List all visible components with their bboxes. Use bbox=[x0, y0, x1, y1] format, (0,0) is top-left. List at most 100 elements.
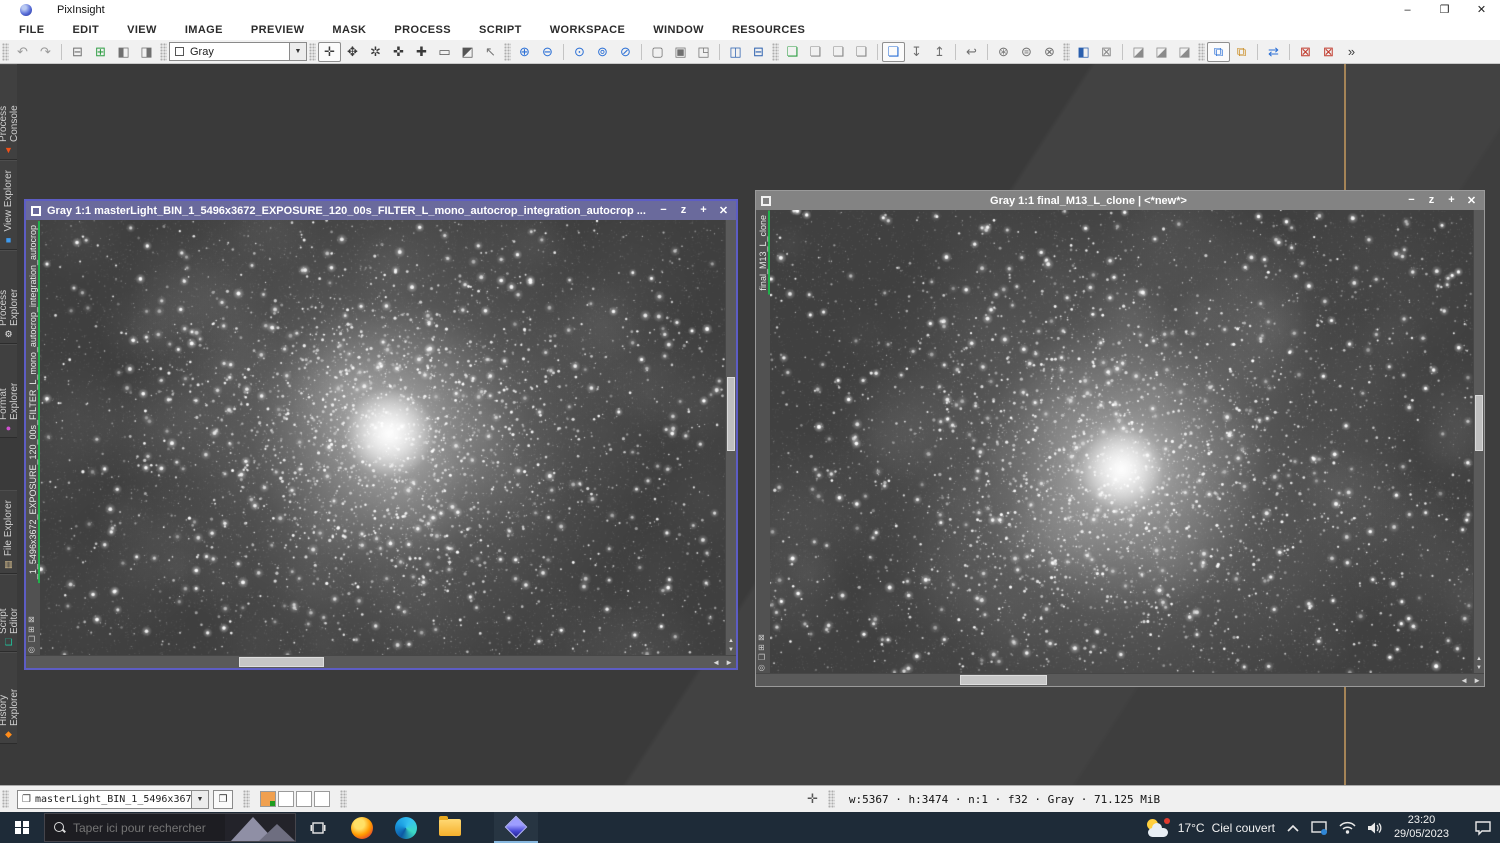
task-view-button[interactable] bbox=[296, 812, 340, 843]
track-view-tool-icon[interactable]: ✛ bbox=[318, 42, 341, 62]
dock-tab-script-editor[interactable]: Script Editor ❏ bbox=[0, 574, 17, 652]
scroll-left-icon[interactable]: ◄ bbox=[712, 658, 720, 667]
taskbar-clock[interactable]: 23:20 29/05/2023 bbox=[1394, 814, 1449, 842]
scroll-up-icon[interactable]: ▲ bbox=[726, 638, 736, 644]
dock-tab-process-explorer[interactable]: Process Explorer ⚙ bbox=[0, 250, 17, 344]
pan-tool-icon[interactable]: ✜ bbox=[387, 42, 410, 62]
view-selector-strip[interactable]: final_M13_L_clone ⊠⊞❐◎ bbox=[756, 210, 770, 673]
duplicate-image-icon[interactable]: ◨ bbox=[135, 42, 158, 62]
night-vision-icon[interactable]: ⧉ bbox=[1230, 42, 1253, 62]
expand-tool-icon[interactable]: ✥ bbox=[341, 42, 364, 62]
channel-selector[interactable]: Gray ▼ bbox=[169, 42, 307, 61]
dock-tab-format-explorer[interactable]: Format Explorer ● bbox=[0, 344, 17, 438]
close-all-screens-icon[interactable]: ⊠ bbox=[1317, 42, 1340, 62]
scroll-down-icon[interactable]: ▼ bbox=[1474, 665, 1484, 671]
strip-mode-icon[interactable]: ⊞ bbox=[758, 644, 765, 652]
win-maximize-button[interactable]: + bbox=[1446, 194, 1457, 207]
menu-process[interactable]: PROCESS bbox=[380, 24, 465, 36]
find-image-icon[interactable]: ❏ bbox=[882, 42, 905, 62]
win-iconize-button[interactable]: − bbox=[658, 204, 669, 217]
scroll-right-icon[interactable]: ► bbox=[1473, 676, 1481, 685]
horizontal-scroll-thumb[interactable] bbox=[960, 675, 1047, 685]
new-preview-icon[interactable]: ▢ bbox=[646, 42, 669, 62]
readout-swatch[interactable] bbox=[314, 791, 330, 807]
win-fit-button[interactable]: z bbox=[678, 204, 689, 217]
statusbar-grip[interactable] bbox=[340, 790, 347, 808]
zoom-to-optimal-icon[interactable]: ⊘ bbox=[614, 42, 637, 62]
start-button[interactable] bbox=[0, 812, 44, 843]
menu-edit[interactable]: EDIT bbox=[58, 24, 113, 36]
menu-file[interactable]: FILE bbox=[5, 24, 58, 36]
m13-image-canvas-right[interactable] bbox=[770, 210, 1473, 673]
horizontal-scroll-thumb[interactable] bbox=[239, 657, 324, 667]
image-window-titlebar[interactable]: Gray 1:1 masterLight_BIN_1_5496x3672_EXP… bbox=[26, 201, 736, 220]
close-screen-icon[interactable]: ⊠ bbox=[1294, 42, 1317, 62]
vertical-scrollbar[interactable]: ▲ ▼ bbox=[1473, 210, 1484, 673]
app-close-button[interactable]: ✕ bbox=[1463, 0, 1500, 19]
toolbar-overflow-icon[interactable]: » bbox=[1340, 42, 1363, 62]
menu-resources[interactable]: RESOURCES bbox=[718, 24, 819, 36]
delete-preview-icon[interactable]: ◳ bbox=[692, 42, 715, 62]
scroll-down-icon[interactable]: ▼ bbox=[726, 647, 736, 653]
import-image-icon[interactable]: ↧ bbox=[905, 42, 928, 62]
weather-widget[interactable]: 17°C Ciel couvert bbox=[1145, 818, 1275, 838]
link-image-icon[interactable]: ❏ bbox=[827, 42, 850, 62]
search-input[interactable] bbox=[73, 821, 213, 835]
clone-image-icon[interactable]: ◧ bbox=[112, 42, 135, 62]
scroll-right-icon[interactable]: ► bbox=[725, 658, 733, 667]
m13-image-canvas-left[interactable] bbox=[40, 220, 725, 655]
statusbar-grip[interactable] bbox=[2, 790, 9, 808]
select-tool-icon[interactable]: ↖ bbox=[479, 42, 502, 62]
image-settings-icon[interactable]: ⊛ bbox=[992, 42, 1015, 62]
win-close-button[interactable]: ✕ bbox=[718, 204, 729, 217]
zoom-to-fit-icon[interactable]: ⊚ bbox=[591, 42, 614, 62]
cast-icon[interactable] bbox=[1311, 821, 1328, 835]
win-iconize-button[interactable]: − bbox=[1406, 194, 1417, 207]
modify-preview-icon[interactable]: ▣ bbox=[669, 42, 692, 62]
strip-mode-icon[interactable]: ◎ bbox=[758, 664, 765, 672]
view-selector-combo[interactable]: ❐ masterLight_BIN_1_5496x3672_EXP ▼ bbox=[17, 790, 209, 809]
dock-tab-file-explorer[interactable]: File Explorer ▥ bbox=[0, 490, 17, 574]
close-image-icon[interactable]: ⊗ bbox=[1038, 42, 1061, 62]
edge-taskbar-button[interactable] bbox=[384, 812, 428, 843]
strip-mode-icon[interactable]: ⊠ bbox=[28, 616, 35, 624]
unlink-image-icon[interactable]: ❏ bbox=[850, 42, 873, 62]
image-history-icon[interactable]: ⊜ bbox=[1015, 42, 1038, 62]
dock-tab-process-console[interactable]: Process Console ▼ bbox=[0, 64, 17, 160]
horizontal-scrollbar[interactable]: ◄ ► bbox=[756, 673, 1484, 686]
view-selector-dropdown-icon[interactable]: ▼ bbox=[191, 791, 208, 808]
wifi-icon[interactable] bbox=[1339, 821, 1356, 834]
image-window-titlebar[interactable]: Gray 1:1 final_M13_L_clone | <*new*> −z+… bbox=[756, 191, 1484, 210]
undo-icon[interactable]: ↶ bbox=[11, 42, 34, 62]
strip-mode-icon[interactable]: ❐ bbox=[28, 636, 35, 644]
vertical-scroll-thumb[interactable] bbox=[727, 377, 735, 451]
menu-preview[interactable]: PREVIEW bbox=[237, 24, 319, 36]
split-view-icon[interactable]: ◫ bbox=[724, 42, 747, 62]
app-minimize-button[interactable]: – bbox=[1389, 0, 1426, 19]
menu-script[interactable]: SCRIPT bbox=[465, 24, 536, 36]
dock-panel-icon[interactable]: ◧ bbox=[1072, 42, 1095, 62]
statusbar-grip[interactable] bbox=[828, 790, 835, 808]
file-explorer-taskbar-button[interactable] bbox=[428, 812, 472, 843]
view-selector-strip[interactable]: _1_5496x3672_EXPOSURE_120_00s_FILTER_L_m… bbox=[26, 220, 40, 655]
statusbar-grip[interactable] bbox=[243, 790, 250, 808]
contract-tool-icon[interactable]: ✲ bbox=[364, 42, 387, 62]
volume-icon[interactable] bbox=[1367, 821, 1383, 835]
workspace-a-icon[interactable]: ◪ bbox=[1127, 42, 1150, 62]
win-fit-button[interactable]: z bbox=[1426, 194, 1437, 207]
menu-view[interactable]: VIEW bbox=[113, 24, 171, 36]
menu-image[interactable]: IMAGE bbox=[171, 24, 237, 36]
pixinsight-taskbar-button[interactable] bbox=[494, 812, 538, 843]
center-tool-icon[interactable]: ✚ bbox=[410, 42, 433, 62]
taskbar-search[interactable] bbox=[44, 813, 296, 842]
edit-image-icon[interactable]: ❏ bbox=[804, 42, 827, 62]
tray-chevron-icon[interactable] bbox=[1286, 823, 1300, 833]
dock-tab-view-explorer[interactable]: View Explorer ■ bbox=[0, 160, 17, 250]
workspace-c-icon[interactable]: ◪ bbox=[1173, 42, 1196, 62]
firefox-taskbar-button[interactable] bbox=[340, 812, 384, 843]
image-window-masterlight[interactable]: Gray 1:1 masterLight_BIN_1_5496x3672_EXP… bbox=[24, 199, 738, 670]
menu-workspace[interactable]: WORKSPACE bbox=[536, 24, 640, 36]
win-close-button[interactable]: ✕ bbox=[1466, 194, 1477, 207]
horizontal-scrollbar[interactable]: ◄ ► bbox=[26, 655, 736, 668]
strip-mode-icon[interactable]: ⊞ bbox=[28, 626, 35, 634]
